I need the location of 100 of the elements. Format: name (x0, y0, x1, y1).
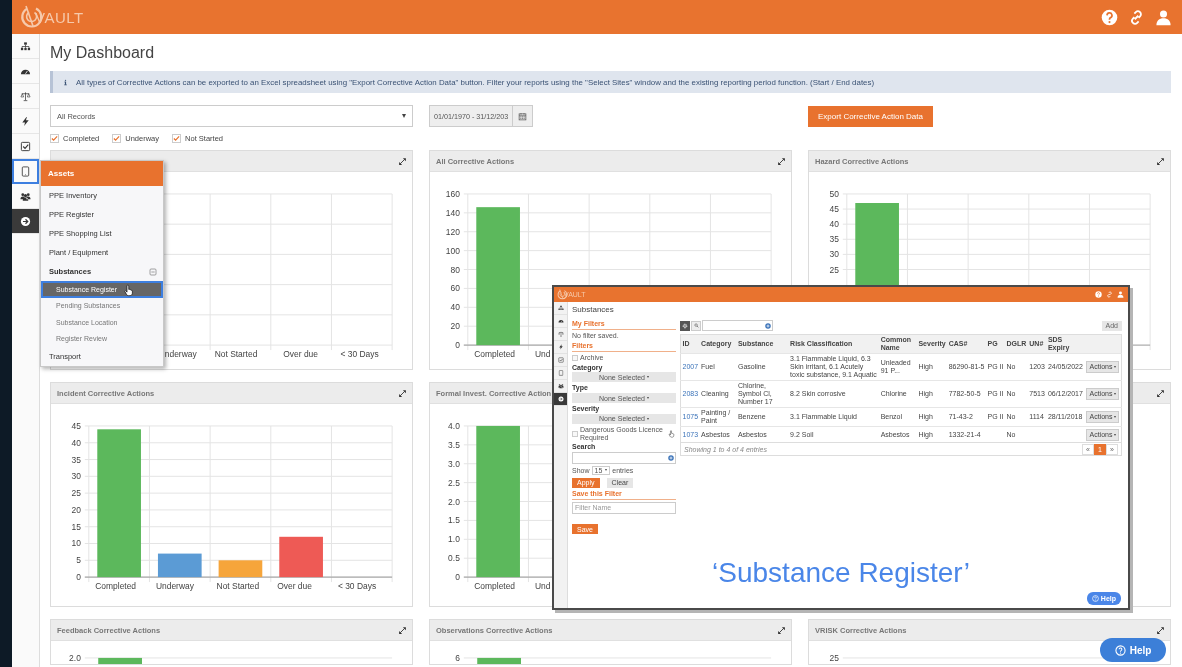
calendar-button[interactable] (513, 105, 534, 127)
axis-tick-label: 80 (450, 264, 460, 275)
axis-tick-label: 45 (829, 204, 839, 215)
lightning-icon (557, 344, 564, 350)
axis-tick-label: 3.5 (448, 439, 460, 450)
axis-tick-label: 25 (829, 652, 839, 663)
axis-tick-label: 4.0 (448, 420, 460, 431)
axis-category-label: Not Started (216, 581, 260, 592)
gauge-icon (557, 318, 564, 324)
axis-category-label: Completed (95, 581, 137, 592)
axis-tick-label: 2.0 (69, 652, 81, 663)
axis-tick-label: 1.5 (448, 515, 460, 526)
axis-category-label: Completed (474, 581, 516, 592)
add-circle-icon[interactable] (668, 454, 674, 461)
expand-icon[interactable] (398, 625, 407, 635)
settings-icon (682, 322, 688, 329)
scales-icon (20, 90, 31, 102)
axis-tick-label: 25 (71, 488, 81, 499)
tablet-icon (20, 165, 31, 177)
axis-tick-label: 20 (450, 321, 460, 332)
axis-tick-label: 120 (445, 226, 460, 237)
help-icon (1091, 595, 1099, 602)
axis-tick-label: 5 (76, 555, 81, 566)
axis-category-label: < 30 Days (340, 349, 379, 360)
axis-tick-label: 160 (445, 188, 460, 199)
axis-category-label: Over due (277, 581, 312, 592)
arrow-circle-icon (20, 215, 31, 227)
expand-icon[interactable] (777, 156, 786, 166)
axis-tick-label: 30 (71, 471, 81, 482)
checkbox[interactable] (172, 133, 182, 143)
axis-tick-label: 30 (829, 249, 839, 260)
hierarchy-icon (557, 305, 564, 311)
axis-tick-label: 3.0 (448, 458, 460, 469)
axis-category-label: Underway (155, 581, 194, 592)
axis-tick-label: 20 (71, 504, 81, 515)
axis-tick-label: 6 (455, 652, 460, 663)
scales-icon (557, 331, 564, 337)
axis-tick-label: 45 (71, 420, 81, 431)
search-field[interactable] (572, 451, 676, 464)
check-icon (173, 134, 181, 142)
user-icon[interactable] (1117, 291, 1124, 298)
check-icon (113, 134, 121, 142)
checkbox[interactable] (572, 354, 578, 361)
axis-tick-label: 60 (450, 283, 460, 294)
link-icon[interactable] (1128, 8, 1145, 26)
expand-icon[interactable] (1156, 388, 1165, 398)
tablet-icon (557, 370, 564, 376)
help-button[interactable]: Help (1100, 638, 1166, 662)
add-circle-icon[interactable] (765, 322, 771, 329)
axis-tick-label: 15 (71, 521, 81, 532)
axis-tick-label: 40 (71, 437, 81, 448)
axis-tick-label: 25 (829, 264, 839, 275)
page-title: My Dashboard (50, 44, 156, 62)
check-icon (51, 134, 58, 142)
hierarchy-icon (20, 40, 31, 52)
checkbox[interactable] (572, 430, 578, 437)
axis-tick-label: 50 (829, 188, 839, 199)
axis-category-label: Not Started (214, 349, 258, 360)
checked-box-icon (557, 357, 564, 363)
hand-cursor-icon (123, 284, 136, 297)
axis-tick-label: 2.0 (448, 496, 460, 507)
sidebar-item[interactable] (12, 209, 39, 234)
menu-header: Assets (41, 161, 163, 186)
bar (279, 536, 323, 578)
checked-box-icon (20, 140, 31, 152)
expand-icon[interactable] (398, 156, 407, 166)
axis-tick-label: 100 (445, 245, 460, 256)
search-icon (693, 323, 699, 328)
checkbox[interactable] (50, 133, 59, 143)
people-icon (20, 190, 31, 202)
axis-category-label: Completed (474, 349, 516, 360)
axis-tick-label: 0 (76, 572, 81, 583)
search-field[interactable] (702, 320, 773, 331)
settings-button[interactable] (680, 320, 690, 331)
checkbox[interactable] (112, 133, 122, 143)
axis-tick-label: 2.5 (448, 477, 460, 488)
axis-tick-label: 1.0 (448, 534, 460, 545)
sidebar-item[interactable] (554, 393, 567, 406)
expand-icon[interactable] (777, 625, 786, 635)
axis-tick-label: 10 (71, 538, 81, 549)
axis-tick-label: 0 (455, 572, 460, 583)
help-icon[interactable] (1101, 8, 1118, 26)
expand-icon[interactable] (1156, 625, 1165, 635)
page-title: Substances (572, 305, 615, 316)
axis-tick-label: 140 (445, 207, 460, 218)
caret-icon (402, 114, 406, 118)
axis-category-label: < 30 Days (337, 581, 377, 592)
user-icon[interactable] (1155, 8, 1172, 26)
arrow-circle-icon (557, 396, 564, 402)
axis-category-label: Over due (283, 349, 318, 360)
axis-category-label: nderway (164, 349, 197, 360)
help-icon[interactable] (1095, 291, 1102, 298)
axis-tick-label: 40 (829, 219, 839, 230)
expand-icon[interactable] (398, 388, 407, 398)
caption-text: ‘Substance Register’ (712, 557, 970, 588)
axis-tick-label: 35 (829, 234, 839, 245)
axis-category-label: Und (534, 349, 551, 360)
hand-cursor-icon (668, 429, 676, 438)
calendar-icon (518, 111, 528, 121)
expand-icon[interactable] (1156, 156, 1165, 166)
